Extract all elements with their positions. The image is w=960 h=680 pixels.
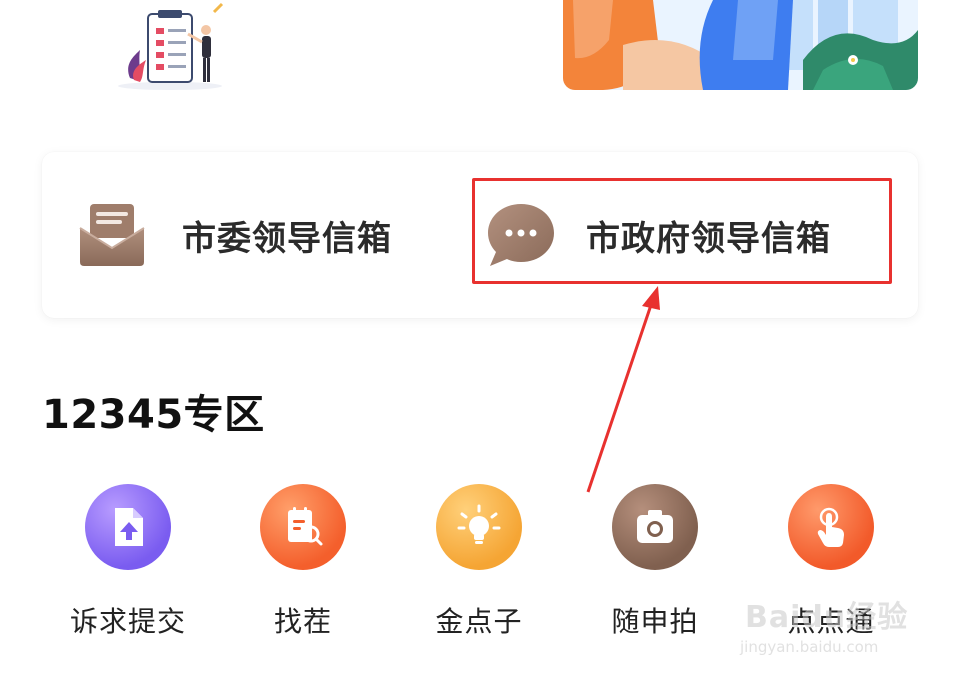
lightbulb-icon — [436, 484, 522, 570]
search-document-icon — [260, 484, 346, 570]
service-label: 找茬 — [273, 605, 332, 638]
envelope-icon — [79, 204, 145, 266]
watermark-url: jingyan.baidu.com — [740, 638, 879, 656]
top-banner — [0, 0, 960, 100]
service-item-find-fault[interactable]: 找茬 — [228, 484, 378, 640]
service-item-complaint-submit[interactable]: 诉求提交 — [53, 484, 203, 640]
service-item-snap-report[interactable]: 随申拍 — [580, 484, 730, 640]
upload-document-icon — [85, 484, 171, 570]
tap-hand-icon — [788, 484, 874, 570]
party-leader-mailbox-button[interactable]: 市委领导信箱 — [78, 152, 392, 318]
people-illustration — [563, 0, 918, 90]
highlight-box — [472, 178, 892, 284]
watermark-brand: Baidu经验 — [745, 600, 909, 635]
checklist-illustration — [118, 2, 224, 90]
service-item-golden-idea[interactable]: 金点子 — [404, 484, 554, 640]
camera-icon — [612, 484, 698, 570]
section-title: 12345专区 — [42, 392, 265, 438]
baidu-watermark: Baidu经验 jingyan.baidu.com — [735, 588, 925, 668]
service-label: 随申拍 — [611, 605, 699, 638]
party-mailbox-label: 市委领导信箱 — [182, 218, 392, 259]
service-label: 诉求提交 — [69, 605, 186, 638]
service-label: 金点子 — [435, 605, 523, 638]
